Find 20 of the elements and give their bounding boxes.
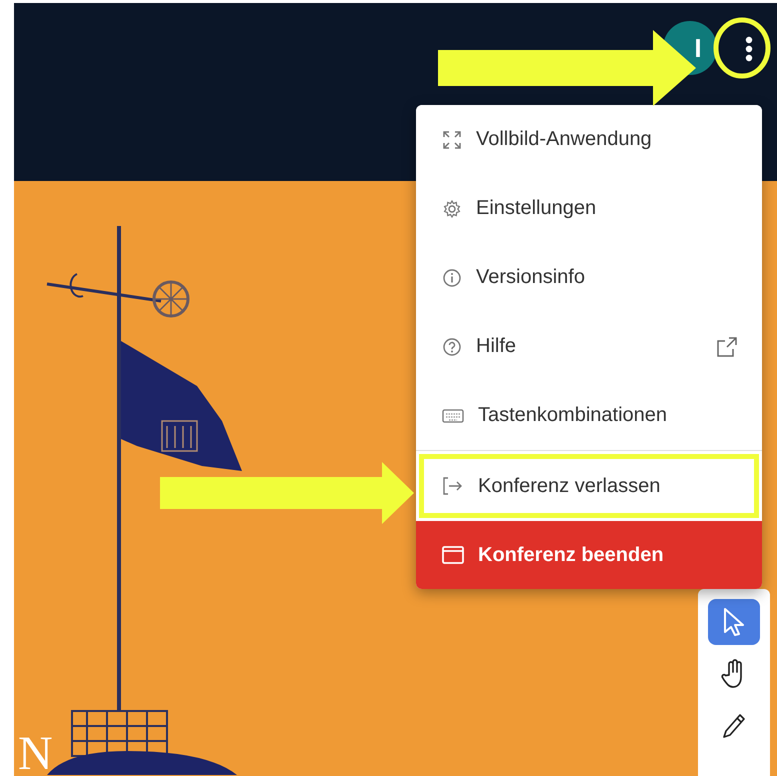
menu-item[interactable]: Einstellungen [416, 174, 762, 243]
external-link-icon [716, 336, 738, 358]
slide-letter: N [18, 730, 53, 776]
exit-icon [442, 476, 464, 496]
info-icon [442, 268, 462, 288]
menu-item[interactable]: Vollbild-Anwendung [416, 105, 762, 174]
menu-item[interactable]: Konferenz verlassen [416, 451, 762, 521]
end-meeting-menu-item[interactable]: Konferenz beenden [416, 521, 762, 589]
highlight-circle [712, 16, 772, 80]
menu-item[interactable]: Tastenkombinationen [416, 381, 762, 450]
fullscreen-icon [442, 130, 462, 150]
menu-item[interactable]: Versionsinfo [416, 243, 762, 312]
pencil-icon [721, 712, 747, 740]
keyboard-icon [442, 408, 464, 422]
settings-icon [442, 198, 462, 218]
menu-item[interactable]: Hilfe [416, 312, 762, 381]
help-icon [442, 336, 462, 356]
more-icon [745, 36, 753, 62]
window-icon [442, 546, 464, 564]
pointer-icon [721, 607, 747, 637]
